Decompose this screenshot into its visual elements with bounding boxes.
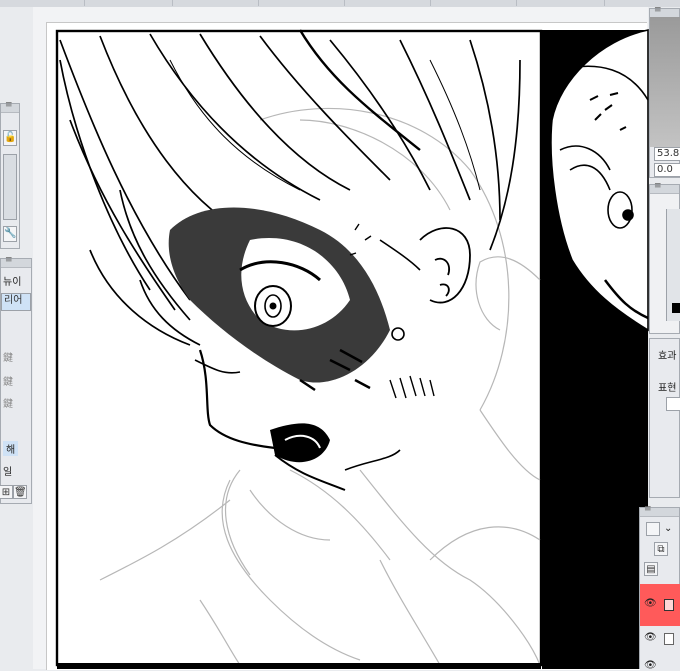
section-label[interactable]: 효과 [658,347,676,362]
chevron-down-icon[interactable]: ⌄ [664,523,672,534]
tool-item[interactable]: 鍵 [3,349,13,364]
value-field[interactable]: 0.0 [654,163,680,177]
value-field[interactable]: 53.8 [654,147,680,161]
layer-row[interactable]: 👁 👁 [640,626,680,671]
left-toolbar-panel: 🔓 🔧 [0,100,20,249]
tool-item[interactable]: 일 [3,463,12,478]
layer-checkbox[interactable] [664,599,674,611]
property-field[interactable] [666,397,680,411]
color-gradient-area[interactable] [650,17,680,147]
eye-icon[interactable]: 👁 [644,660,657,671]
panel-grip[interactable] [640,504,679,517]
blend-mode-select[interactable] [646,522,660,536]
left-tool-list-panel: 뉴이 리어 鍵 鍵 鍵 해 일 ⊞ 🗑 [0,255,32,504]
manga-artwork[interactable] [0,0,680,669]
panel-grip[interactable] [1,255,31,268]
lock-icon[interactable]: 🔓 [3,130,17,146]
navigator-swatch [672,303,680,313]
panel-menu-label[interactable]: 뉴이 [3,273,21,288]
panel-tab[interactable]: 리어 [1,293,31,311]
tool-item[interactable]: 鍵 [3,395,13,410]
duplicate-layer-icon[interactable]: ⧉ [654,542,668,556]
right-color-panel: 53.8 0.0 [649,5,680,178]
right-properties-panel: 효과 표현 [649,338,680,498]
trash-icon[interactable]: 🗑 [13,485,27,499]
panel-grip[interactable] [650,181,679,194]
section-label[interactable]: 표현 [658,379,676,394]
eye-icon[interactable]: 👁 [644,598,657,609]
layer-panel: ⌄ ⧉ ▤ 👁 👁 👁 [639,504,680,671]
tool-item[interactable]: 鍵 [3,373,13,388]
wrench-icon[interactable]: 🔧 [3,226,17,242]
layer-row-selected[interactable]: 👁 [640,584,680,626]
right-navigator-panel [649,181,680,334]
duplicate-layer-icon[interactable]: ⊞ [0,485,13,499]
layer-settings-icon[interactable]: ▤ [644,562,658,576]
tool-item[interactable]: 해 [3,441,19,456]
next-panel-edge [57,663,541,669]
panel-grip[interactable] [1,100,19,113]
layer-checkbox[interactable] [664,633,674,645]
panel-scrollbar[interactable] [3,154,17,220]
eye-icon[interactable]: 👁 [644,632,657,643]
